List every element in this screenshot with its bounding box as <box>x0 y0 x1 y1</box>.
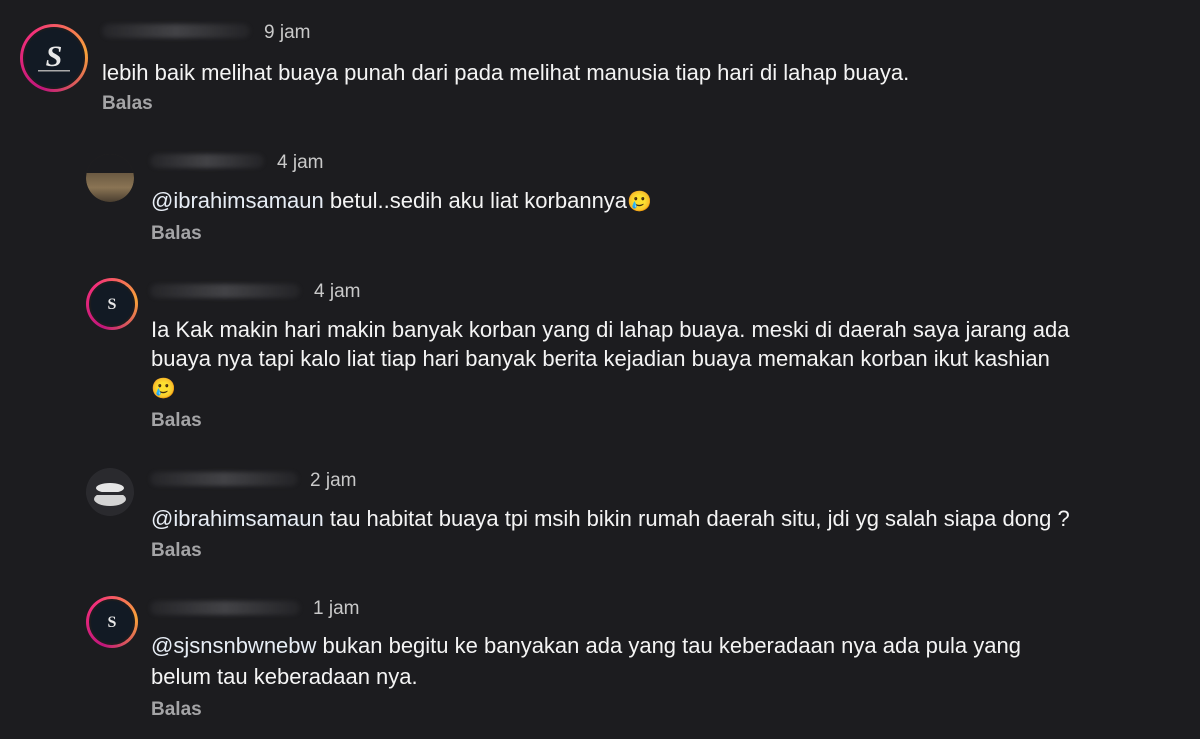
comment-timestamp: 2 jam <box>310 470 357 491</box>
comment-body: bukan begitu ke banyakan ada yang tau ke… <box>316 633 1021 658</box>
avatar-logo: S <box>89 599 135 645</box>
mention-link[interactable]: @ibrahimsamaun <box>151 188 324 213</box>
avatar[interactable]: S <box>20 24 88 92</box>
logo-s-icon: S <box>108 614 117 631</box>
username-redacted[interactable] <box>150 472 298 486</box>
comment-text: @ibrahimsamaun tau habitat buaya tpi msi… <box>151 502 1070 535</box>
reply-button[interactable]: Balas <box>151 410 202 432</box>
avatar[interactable]: S <box>86 596 138 648</box>
comment-text-line-3: 🥲 <box>151 371 176 405</box>
reply-button[interactable]: Balas <box>151 223 202 245</box>
reply-button[interactable]: Balas <box>151 699 202 721</box>
logo-s-icon: S <box>108 296 117 313</box>
comment-text: @ibrahimsamaun betul..sedih aku liat kor… <box>151 184 652 218</box>
crying-emoji-icon: 🥲 <box>627 189 652 213</box>
comment-text-line-2: belum tau keberadaan nya. <box>151 664 418 689</box>
comment-body: betul..sedih aku liat korbannya <box>323 188 628 213</box>
comment-timestamp: 4 jam <box>314 281 361 302</box>
username-redacted[interactable] <box>102 24 250 38</box>
comment-text: lebih baik melihat buaya punah dari pada… <box>102 60 910 85</box>
avatar-photo <box>86 154 134 202</box>
comment-timestamp: 1 jam <box>313 598 360 619</box>
username-redacted[interactable] <box>150 154 264 168</box>
avatar-photo <box>86 468 134 516</box>
reply-button[interactable]: Balas <box>102 93 153 115</box>
svg-text:S: S <box>46 40 63 73</box>
mention-link[interactable]: @ibrahimsamaun <box>151 506 324 531</box>
svg-text:S: S <box>108 296 117 313</box>
avatar[interactable]: S <box>86 278 138 330</box>
reply-button[interactable]: Balas <box>151 540 202 562</box>
comment-timestamp: 4 jam <box>277 152 324 173</box>
comment-text-line-2: buaya nya tapi kalo liat tiap hari banya… <box>151 346 1050 371</box>
avatar[interactable] <box>86 154 134 202</box>
comment-timestamp: 9 jam <box>264 22 311 43</box>
mention-link[interactable]: @sjsnsnbwnebw <box>151 633 316 658</box>
comment-text-line-1: @sjsnsnbwnebw bukan begitu ke banyakan a… <box>151 629 1021 662</box>
crying-emoji-icon: 🥲 <box>151 376 176 400</box>
avatar-logo: S <box>89 281 135 327</box>
svg-text:S: S <box>108 614 117 631</box>
username-redacted[interactable] <box>150 601 300 615</box>
comment-body: tau habitat buaya tpi msih bikin rumah d… <box>323 506 1070 531</box>
avatar[interactable] <box>86 468 134 516</box>
username-redacted[interactable] <box>150 284 300 298</box>
avatar-logo: S <box>23 27 85 89</box>
logo-s-icon: S <box>38 40 70 73</box>
